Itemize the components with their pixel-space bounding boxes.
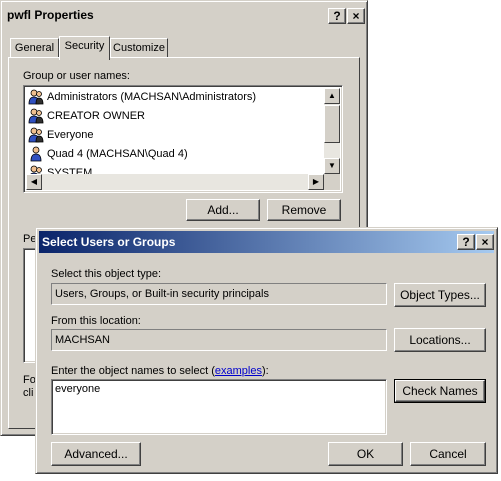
remove-button[interactable]: Remove — [267, 199, 341, 221]
remove-button-label: Remove — [281, 203, 327, 217]
properties-titlebar[interactable]: pwfl Properties ? × — [4, 4, 365, 28]
enter-names-label-end: ): — [261, 365, 269, 377]
list-item[interactable]: Everyone — [28, 126, 93, 145]
click-advanced-text-partial: cli — [23, 387, 34, 399]
properties-help-button[interactable]: ? — [328, 8, 346, 24]
enter-object-names-label: Enter the object names to select (exampl… — [51, 365, 269, 377]
examples-link[interactable]: examples — [215, 365, 262, 377]
object-types-button[interactable]: Object Types... — [394, 283, 486, 307]
user-list[interactable]: Administrators (MACHSAN\Administrators) … — [23, 85, 343, 193]
ok-button[interactable]: OK — [328, 442, 403, 466]
check-names-button[interactable]: Check Names — [394, 379, 486, 403]
object-type-value: Users, Groups, or Built-in security prin… — [55, 288, 269, 300]
tab-general-label: General — [14, 42, 55, 54]
select-users-titlebar[interactable]: Select Users or Groups ? × — [39, 231, 494, 253]
group-or-user-names-label: Group or user names: — [23, 70, 130, 82]
scroll-right-arrow-icon[interactable]: ▶ — [308, 174, 324, 190]
user-list-horizontal-scrollbar[interactable]: ◀ ▶ — [26, 174, 324, 190]
properties-title: pwfl Properties — [7, 8, 94, 22]
object-names-value: everyone — [55, 383, 101, 395]
tab-security-label: Security — [64, 40, 105, 52]
add-button[interactable]: Add... — [186, 199, 260, 221]
advanced-button-label: Advanced... — [64, 447, 128, 461]
scrollbar-corner — [324, 174, 340, 190]
cancel-button-label: Cancel — [429, 447, 467, 461]
object-names-input[interactable]: everyone — [51, 379, 387, 435]
scrollbar-thumb[interactable] — [324, 105, 340, 143]
location-value: MACHSAN — [55, 334, 111, 346]
list-item[interactable]: Quad 4 (MACHSAN\Quad 4) — [28, 145, 188, 164]
location-label: From this location: — [51, 315, 141, 327]
select-users-title: Select Users or Groups — [42, 235, 176, 249]
properties-close-button[interactable]: × — [347, 8, 365, 24]
locations-button[interactable]: Locations... — [394, 328, 486, 352]
select-users-help-button[interactable]: ? — [457, 234, 475, 250]
tab-general[interactable]: General — [10, 38, 59, 58]
user-group-icon — [28, 127, 44, 143]
user-list-vertical-scrollbar[interactable]: ▲ ▼ — [324, 88, 340, 174]
add-button-label: Add... — [207, 203, 239, 217]
list-item[interactable]: Administrators (MACHSAN\Administrators) — [28, 88, 256, 107]
ok-button-label: OK — [356, 447, 375, 461]
user-group-icon — [28, 108, 44, 124]
object-type-field: Users, Groups, or Built-in security prin… — [51, 283, 387, 305]
user-name: Everyone — [47, 129, 94, 141]
scroll-up-arrow-icon[interactable]: ▲ — [324, 88, 340, 104]
check-names-button-label: Check Names — [402, 384, 478, 398]
advanced-button[interactable]: Advanced... — [51, 442, 141, 466]
locations-button-label: Locations... — [409, 333, 471, 347]
tab-customize-label: Customize — [113, 42, 165, 54]
tab-customize[interactable]: Customize — [110, 38, 168, 58]
user-name: Administrators (MACHSAN\Administrators) — [47, 91, 257, 103]
enter-names-label-text: Enter the object names to select ( — [51, 365, 215, 377]
user-icon — [28, 146, 44, 162]
cancel-button[interactable]: Cancel — [410, 442, 486, 466]
user-name: Quad 4 (MACHSAN\Quad 4) — [47, 148, 188, 160]
select-users-dialog: Select Users or Groups ? × Select this o… — [35, 227, 498, 474]
user-group-icon — [28, 89, 44, 105]
user-name: CREATOR OWNER — [47, 110, 145, 122]
for-special-text-partial: Fo — [23, 374, 36, 386]
object-types-button-label: Object Types... — [400, 288, 480, 302]
list-item[interactable]: CREATOR OWNER — [28, 107, 145, 126]
object-type-label: Select this object type: — [51, 268, 162, 280]
scroll-left-arrow-icon[interactable]: ◀ — [26, 174, 42, 190]
location-field: MACHSAN — [51, 329, 387, 351]
select-users-close-button[interactable]: × — [476, 234, 494, 250]
tab-security[interactable]: Security — [59, 36, 110, 60]
scroll-down-arrow-icon[interactable]: ▼ — [324, 158, 340, 174]
